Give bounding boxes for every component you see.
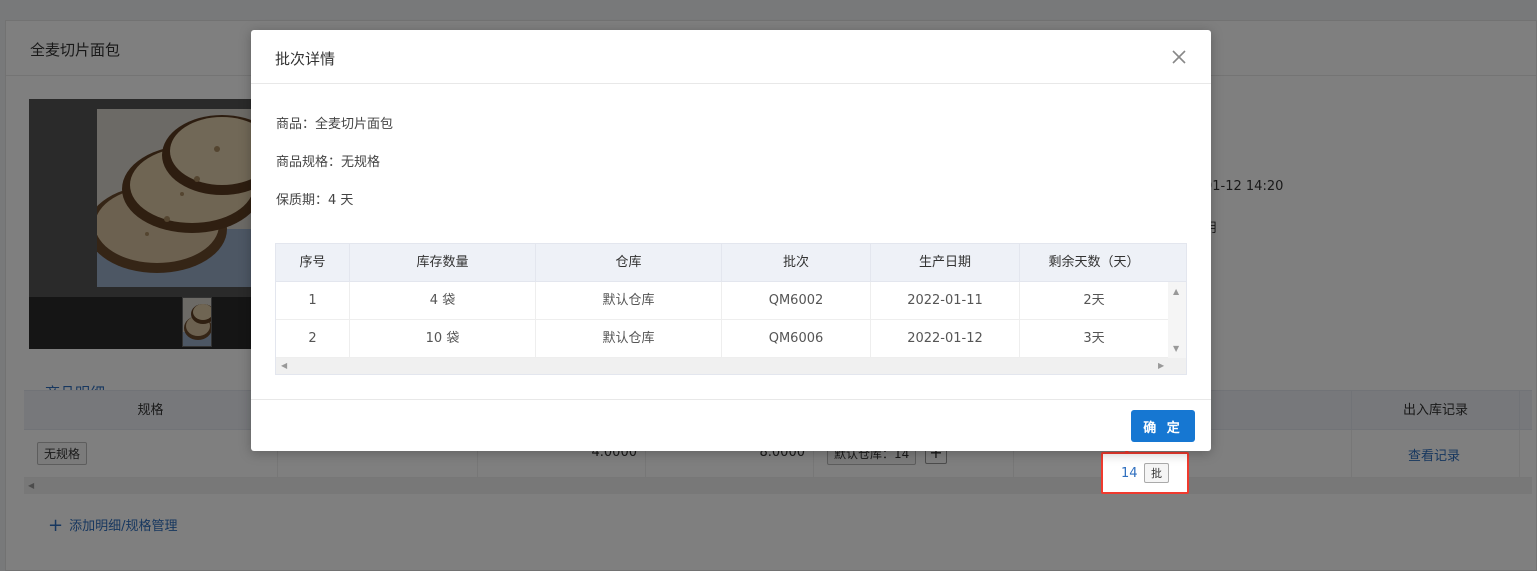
header-stock-qty: 库存数量 [350,244,536,282]
shelf-life-line: 保质期：4 天 [276,193,354,208]
header-batch: 批次 [722,244,871,282]
cell-warehouse: 默认仓库 [536,320,722,358]
confirm-button[interactable]: 确 定 [1131,410,1195,442]
cell-batch: QM6006 [722,320,871,358]
table-row: 1 4 袋 默认仓库 QM6002 2022-01-11 2天 [276,282,1168,320]
header-production-date: 生产日期 [871,244,1020,282]
table-row: 2 10 袋 默认仓库 QM6006 2022-01-12 3天 [276,320,1168,358]
cell-remaining-days: 2天 [1083,293,1105,308]
batch-table: 序号 库存数量 仓库 批次 生产日期 剩余天数（天） 1 4 袋 默认仓库 QM… [275,243,1187,375]
cell-index: 1 [276,282,350,320]
cell-batch: QM6002 [722,282,871,320]
batch-table-header: 序号 库存数量 仓库 批次 生产日期 剩余天数（天） [276,244,1168,282]
cell-production-date: 2022-01-11 [871,282,1020,320]
product-spec-line: 商品规格：无规格 [276,155,381,170]
batch-table-horizontal-scrollbar[interactable]: ◀ ▶ [276,358,1186,374]
header-warehouse: 仓库 [536,244,722,282]
dialog-title: 批次详情 [275,50,336,68]
header-index: 序号 [276,244,350,282]
header-remaining-days: 剩余天数（天） [1048,255,1140,270]
batch-cell-highlight[interactable]: 14 批 [1101,452,1189,494]
scroll-down-icon[interactable]: ▼ [1173,344,1179,353]
scroll-right-icon[interactable]: ▶ [1158,361,1164,370]
cell-stock-qty: 4 袋 [350,282,536,320]
dialog-footer: 确 定 [251,399,1211,451]
batch-detail-dialog: 批次详情 商品：全麦切片面包 商品规格：无规格 保质期：4 天 序号 库存数量 … [251,30,1211,451]
close-glyph [1172,50,1186,64]
cell-warehouse: 默认仓库 [536,282,722,320]
close-icon[interactable] [1167,45,1191,69]
cell-remaining-days: 3天 [1083,331,1105,346]
batch-table-vertical-scrollbar[interactable]: ▲ ▼ [1168,282,1186,358]
cell-production-date: 2022-01-12 [871,320,1020,358]
batch-button[interactable]: 批 [1144,463,1169,483]
batch-count[interactable]: 14 [1121,466,1138,481]
product-name-line: 商品：全麦切片面包 [276,117,394,132]
dialog-header: 批次详情 [251,30,1211,84]
scroll-up-icon[interactable]: ▲ [1173,287,1179,296]
cell-stock-qty: 10 袋 [350,320,536,358]
scroll-left-icon[interactable]: ◀ [281,361,287,370]
header-scroll-gutter [1168,244,1186,282]
cell-index: 2 [276,320,350,358]
